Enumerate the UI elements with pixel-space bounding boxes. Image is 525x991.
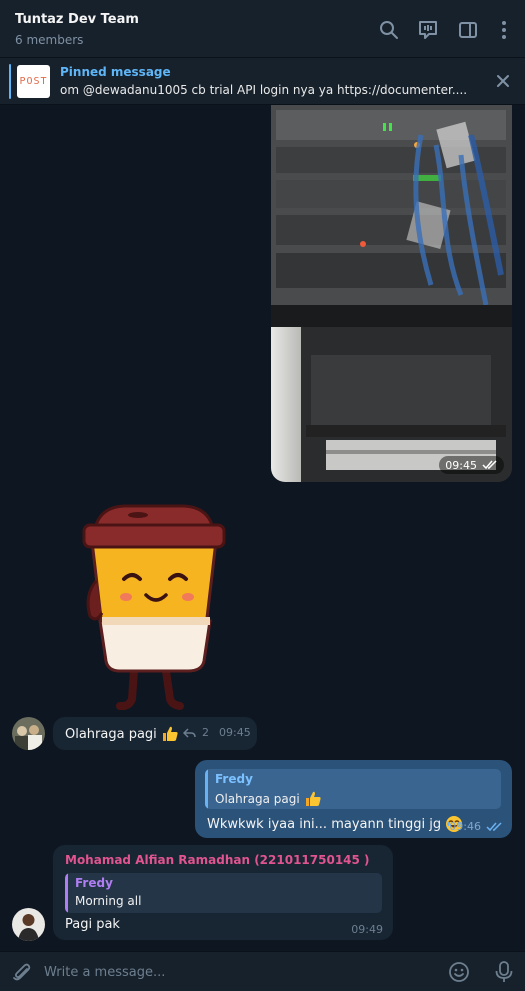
thumbs-up-icon [305, 791, 321, 806]
avatar[interactable] [12, 908, 45, 941]
message-time: 09:49 [351, 923, 383, 936]
pinned-accent-bar [9, 64, 11, 99]
reply-count[interactable]: 2 [202, 726, 209, 739]
message-time: 09:46 [449, 820, 481, 833]
message-meta: 09:49 [351, 922, 383, 937]
message-text: Olahraga pagi [65, 725, 179, 743]
avatar[interactable] [12, 717, 45, 750]
reply-accent-bar [65, 873, 68, 913]
message-input[interactable] [44, 960, 424, 984]
message-composer [0, 951, 525, 991]
message-text: Pagi pak [65, 917, 120, 932]
incoming-message[interactable]: Olahraga pagi 2 09:45 [53, 717, 257, 750]
pinned-title: Pinned message [60, 65, 171, 79]
outgoing-message[interactable]: Fredy Olahraga pagi Wkwkwk iyaa ini... m… [195, 760, 512, 838]
video-chat-icon[interactable] [416, 18, 440, 42]
search-icon[interactable] [377, 18, 401, 42]
double-check-icon [482, 460, 497, 470]
message-time: 09:45 [219, 726, 251, 739]
pinned-thumbnail: POST [17, 65, 50, 98]
reply-author: Fredy [75, 876, 113, 890]
reply-text: Olahraga pagi [215, 790, 322, 808]
more-vertical-icon[interactable] [492, 18, 516, 42]
sidebar-toggle-icon[interactable] [456, 18, 480, 42]
members-count[interactable]: 6 members [15, 33, 83, 47]
reply-preview[interactable]: Fredy Olahraga pagi [205, 769, 501, 809]
microphone-icon[interactable] [493, 960, 515, 984]
chat-title[interactable]: Tuntaz Dev Team [15, 12, 139, 27]
message-text: Wkwkwk iyaa ini... mayann tinggi jg [207, 815, 463, 833]
coffee-cup-sticker[interactable] [74, 501, 234, 711]
emoji-icon[interactable] [448, 961, 470, 983]
double-check-icon [486, 821, 502, 831]
incoming-message[interactable]: Mohamad Alfian Ramadhan (221011750145 ) … [53, 845, 393, 940]
reply-accent-bar [205, 769, 208, 809]
reply-author: Fredy [215, 772, 253, 786]
pinned-text: om @dewadanu1005 cb trial API login nya … [60, 83, 468, 97]
photo-time-pill: 09:45 [439, 456, 504, 474]
message-list[interactable]: 09:45 Olahraga pagi 2 09:45 Fredy Olahra… [0, 105, 525, 951]
reply-arrow-icon[interactable] [183, 727, 196, 738]
network-rack-photo [271, 105, 512, 482]
message-meta: 2 09:45 [183, 726, 251, 739]
pinned-message-bar[interactable]: POST Pinned message om @dewadanu1005 cb … [0, 58, 525, 105]
message-meta: 09:46 [449, 820, 504, 833]
reply-text: Morning all [75, 894, 142, 908]
thumbs-up-icon [162, 726, 178, 741]
photo-time: 09:45 [445, 458, 477, 472]
close-icon[interactable] [495, 73, 511, 89]
paperclip-icon[interactable] [11, 961, 33, 983]
reply-preview[interactable]: Fredy Morning all [65, 873, 382, 913]
chat-header[interactable]: Tuntaz Dev Team 6 members [0, 0, 525, 58]
photo-message[interactable]: 09:45 [271, 105, 512, 482]
sender-name[interactable]: Mohamad Alfian Ramadhan (221011750145 ) [65, 853, 370, 867]
